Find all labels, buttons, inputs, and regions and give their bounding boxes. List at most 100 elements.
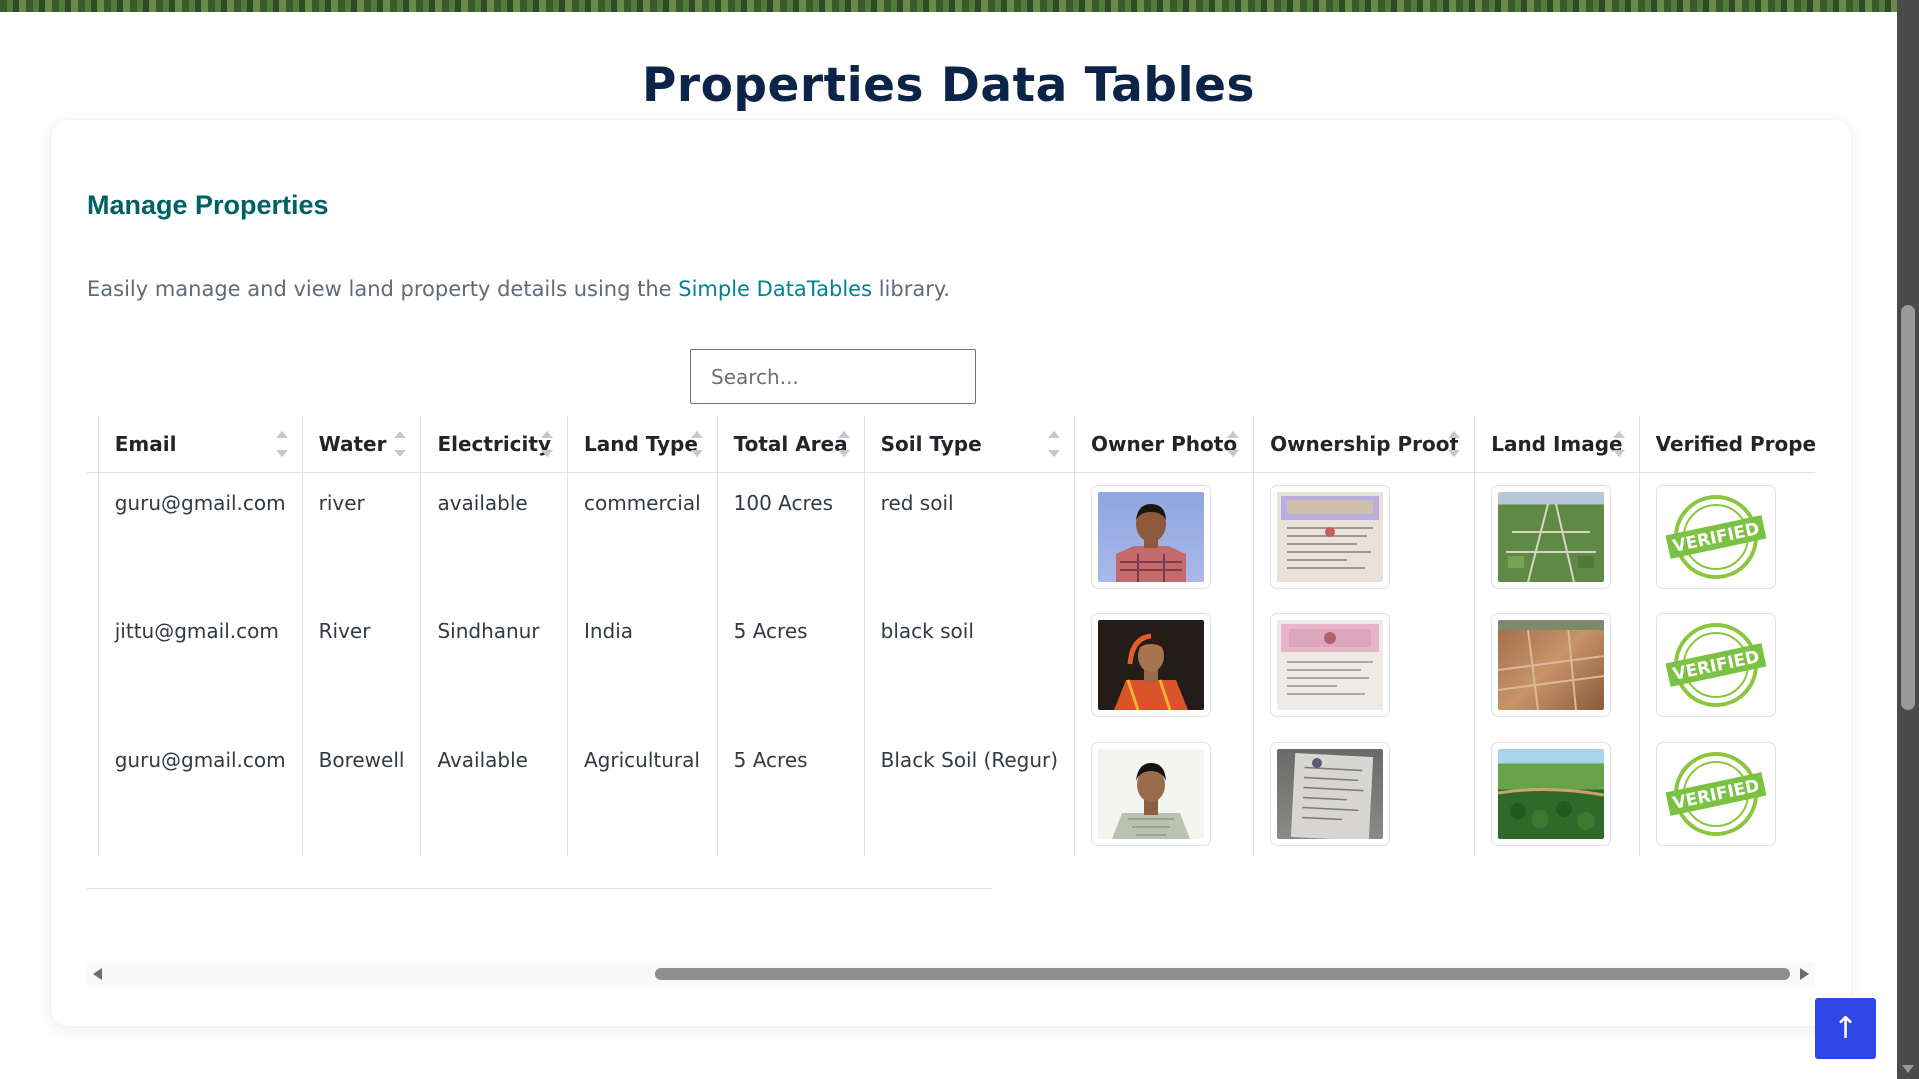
ownership-proof-image <box>1277 620 1384 710</box>
hero-image-strip <box>0 0 1897 12</box>
col-header-land-type[interactable]: Land Type <box>567 416 718 473</box>
owner-photo-thumbnail[interactable] <box>1091 613 1212 717</box>
verified-property-thumbnail[interactable]: VERIFIED <box>1655 484 1776 589</box>
verified-property-thumbnail[interactable]: VERIFIED <box>1655 742 1776 846</box>
col-header-land-image[interactable]: Land Image <box>1474 416 1640 473</box>
header-label: Water <box>318 431 387 456</box>
cell-owner-photo <box>1074 730 1255 856</box>
verified-stamp-icon: VERIFIED <box>1665 752 1767 836</box>
land-image-thumbnail[interactable] <box>1491 613 1612 717</box>
cell-land-image <box>1474 472 1640 601</box>
cell-id: 3 <box>87 601 99 730</box>
table-row: 3 guru@gmail.com river available commerc… <box>87 472 1815 601</box>
ownership-proof-thumbnail[interactable] <box>1270 613 1391 717</box>
horizontal-scroll-thumb[interactable] <box>655 968 1790 980</box>
sort-icon <box>394 431 407 457</box>
properties-card: Manage Properties Easily manage and view… <box>51 120 1851 1026</box>
land-image-thumbnail[interactable] <box>1491 484 1612 589</box>
header-label: Total Area <box>733 431 848 456</box>
desc-text-end: library. <box>872 277 950 301</box>
card-description: Easily manage and view land property det… <box>87 277 950 301</box>
col-header-ownership-proof[interactable]: Ownership Proof <box>1253 416 1476 473</box>
cell-land-type: Agricultural <box>567 730 718 856</box>
col-header-owner-photo[interactable]: Owner Photo <box>1074 416 1255 473</box>
owner-photo-image <box>1098 749 1205 839</box>
verified-stamp: VERIFIED <box>1663 749 1769 839</box>
ownership-proof-thumbnail[interactable] <box>1270 484 1391 589</box>
cell-electricity: available <box>420 472 568 601</box>
desc-text: Easily manage and view land property det… <box>87 277 679 301</box>
simple-datatables-link[interactable]: Simple DataTables <box>678 277 872 301</box>
header-label: Ownership Proof <box>1270 431 1459 456</box>
sort-icon <box>275 431 288 457</box>
col-header-verified-property[interactable]: Verified Property <box>1639 416 1815 473</box>
sort-icon <box>1227 431 1240 457</box>
land-image <box>1498 749 1605 839</box>
land-image-thumbnail[interactable] <box>1491 742 1612 846</box>
back-to-top-button[interactable]: ↑ <box>1815 998 1876 1059</box>
cell-verified-property: VERIFIED <box>1639 472 1815 601</box>
horizontal-scrollbar[interactable] <box>87 963 1815 985</box>
verified-stamp-icon: VERIFIED <box>1665 623 1767 707</box>
cell-land-image <box>1474 601 1640 730</box>
verified-stamp: VERIFIED <box>1663 492 1769 582</box>
properties-table: Email Water Electricity Land Type Total … <box>87 416 1815 856</box>
document-icon <box>1281 495 1380 569</box>
sort-icon <box>1448 431 1461 457</box>
col-header-soil-type[interactable]: Soil Type <box>864 416 1076 473</box>
land-image <box>1498 620 1605 710</box>
cell-ownership-proof <box>1253 472 1476 601</box>
sort-icon <box>540 431 553 457</box>
col-header-electricity[interactable]: Electricity <box>420 416 568 473</box>
cell-email: guru@gmail.com <box>98 730 303 856</box>
table-footer-divider <box>87 888 992 889</box>
owner-photo-thumbnail[interactable] <box>1091 742 1212 846</box>
scroll-down-arrow-icon[interactable] <box>1902 1065 1914 1073</box>
vertical-scroll-thumb[interactable] <box>1901 305 1915 710</box>
cell-email: guru@gmail.com <box>98 472 303 601</box>
table-scroll-container: Email Water Electricity Land Type Total … <box>87 416 1815 856</box>
cell-owner-photo <box>1074 472 1255 601</box>
arrow-up-icon: ↑ <box>1832 1011 1859 1046</box>
header-label: Owner Photo <box>1091 431 1238 456</box>
cell-water: river <box>302 472 422 601</box>
cell-land-type: commercial <box>567 472 718 601</box>
document-icon <box>1290 753 1374 839</box>
ownership-proof-thumbnail[interactable] <box>1270 742 1391 846</box>
cell-total-area: 5 Acres <box>717 601 865 730</box>
cell-soil-type: red soil <box>864 472 1076 601</box>
header-label: Soil Type <box>880 431 982 456</box>
scroll-left-arrow-icon[interactable] <box>93 968 102 980</box>
cell-verified-property: VERIFIED <box>1639 601 1815 730</box>
scroll-right-arrow-icon[interactable] <box>1800 968 1809 980</box>
ownership-proof-image <box>1277 491 1384 582</box>
owner-photo-thumbnail[interactable] <box>1091 484 1212 589</box>
header-label: Land Type <box>583 431 698 456</box>
header-label: Email <box>114 431 177 456</box>
header-label: Electricity <box>437 431 551 456</box>
sort-icon <box>1612 431 1625 457</box>
cell-land-image <box>1474 730 1640 856</box>
table-row: 2 guru@gmail.com Borewell Available Agri… <box>87 730 1815 856</box>
verified-property-thumbnail[interactable]: VERIFIED <box>1655 613 1776 717</box>
header-label: Land Image <box>1491 431 1623 456</box>
vertical-scrollbar[interactable] <box>1897 0 1919 1079</box>
table-row: 3 jittu@gmail.com River Sindhanur India … <box>87 601 1815 730</box>
cell-ownership-proof <box>1253 601 1476 730</box>
cell-electricity: Available <box>420 730 568 856</box>
cell-soil-type: Black Soil (Regur) <box>864 730 1076 856</box>
sort-icon <box>837 431 850 457</box>
cell-total-area: 5 Acres <box>717 730 865 856</box>
cell-water: River <box>302 601 422 730</box>
page-title: Properties Data Tables <box>641 58 1255 113</box>
search-input[interactable] <box>690 349 976 404</box>
cell-land-type: India <box>567 601 718 730</box>
cell-id: 2 <box>87 730 99 856</box>
col-header-email[interactable]: Email <box>98 416 303 473</box>
owner-photo-image <box>1098 491 1205 582</box>
person-icon <box>1114 633 1189 710</box>
verified-stamp: VERIFIED <box>1663 620 1769 710</box>
col-header-total-area[interactable]: Total Area <box>717 416 865 473</box>
col-header-id[interactable] <box>87 416 99 473</box>
col-header-water[interactable]: Water <box>302 416 422 473</box>
